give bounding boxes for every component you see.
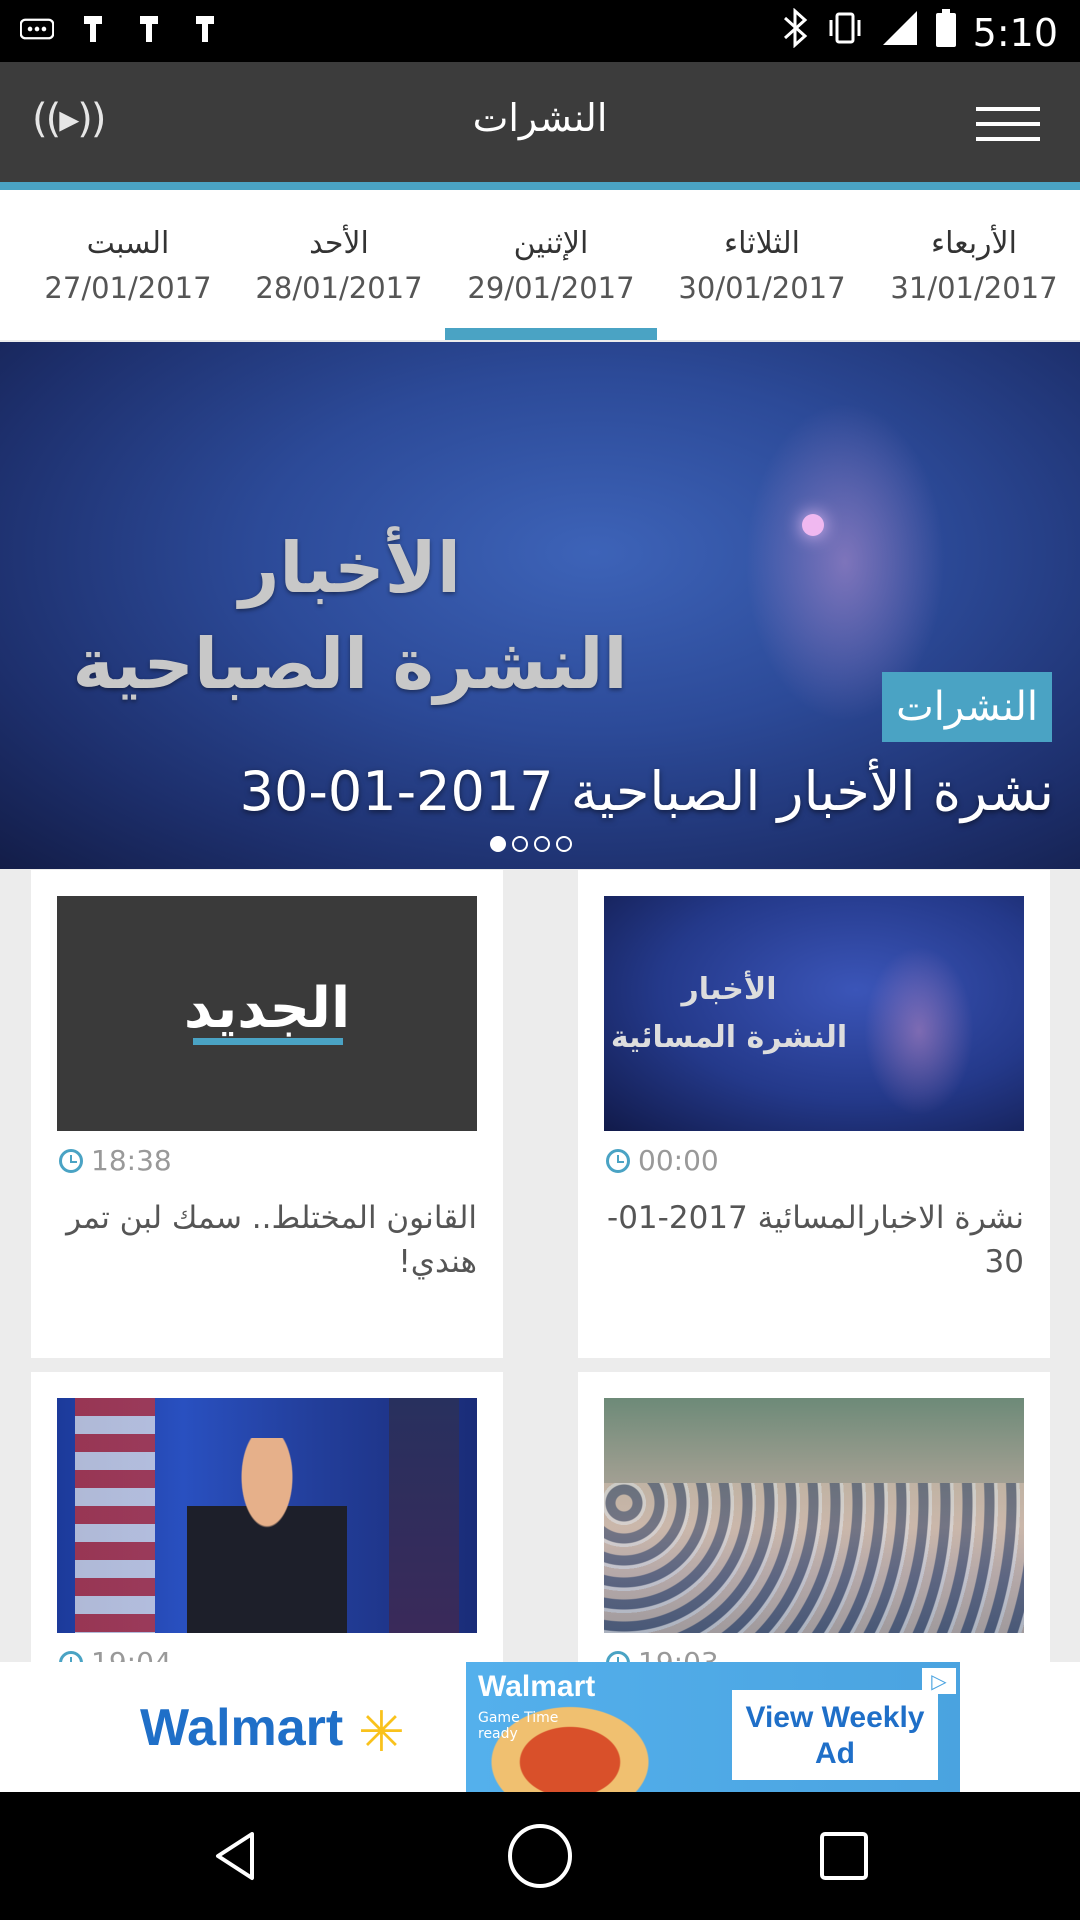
bluetooth-icon (781, 7, 809, 57)
news-card[interactable]: الأخبار النشرة المسائية 00:00 نشرة الاخب… (578, 870, 1050, 1358)
ad-banner[interactable]: Walmart ✳ Walmart Game Time ready View W… (0, 1662, 1080, 1792)
tab-day: الثلاثاء (723, 226, 801, 261)
pizza-image (470, 1692, 670, 1792)
more-notifications-icon (20, 12, 54, 46)
card-headline: القانون المختلط.. سمك لبن تمر هندي! (66, 1200, 477, 1280)
ad-mini-brand: Walmart (478, 1670, 596, 1703)
app-notification-icon (132, 12, 166, 46)
walmart-spark-icon: ✳ (358, 1700, 405, 1765)
al-jadeed-logo: الجديد (183, 976, 351, 1041)
featured-slider[interactable]: الأخبار النشرة الصباحية النشرات نشرة الأ… (0, 342, 1080, 869)
vibrate-icon (825, 8, 865, 57)
tab-date: 31/01/2017 (890, 271, 1058, 305)
view-weekly-ad-button[interactable]: View Weekly Ad (732, 1690, 938, 1780)
back-button[interactable] (200, 1820, 272, 1892)
card-time: 00:00 (606, 1144, 719, 1177)
tab-day: السبت (86, 226, 170, 261)
signal-icon (881, 9, 919, 56)
hero-caption: نشرة الأخبار الصباحية 2017-01-30 (239, 760, 1054, 823)
news-card[interactable]: 19:03 (578, 1372, 1050, 1679)
appbar-accent-divider (0, 182, 1080, 190)
page-title: النشرات (472, 96, 608, 140)
clock-icon (59, 1148, 83, 1173)
menu-icon (976, 107, 1040, 111)
status-bar: 5:10 (0, 0, 1080, 62)
tab-date: 28/01/2017 (255, 271, 423, 305)
category-badge: النشرات (882, 672, 1052, 742)
tab-sunday[interactable]: الأحد 28/01/2017 (233, 190, 445, 340)
tab-day: الأربعاء (930, 226, 1017, 261)
pager-dot[interactable] (512, 836, 528, 852)
thumb-text: الأخبار النشرة المسائية (610, 972, 848, 1055)
app-bar: ((▸)) النشرات (0, 62, 1080, 182)
date-tabs: الأربعاء 31/01/2017 الثلاثاء 30/01/2017 … (0, 190, 1080, 340)
tab-monday[interactable]: الإثنين 29/01/2017 (445, 190, 657, 340)
tab-date: 30/01/2017 (678, 271, 846, 305)
app-notification-icon (76, 12, 110, 46)
tab-date: 27/01/2017 (44, 271, 212, 305)
news-card[interactable]: 19:04 (31, 1372, 503, 1679)
tab-tuesday[interactable]: الثلاثاء 30/01/2017 (656, 190, 868, 340)
tab-date: 29/01/2017 (467, 271, 635, 305)
system-navigation-bar (0, 1792, 1080, 1920)
news-card[interactable]: الجديد 18:38 القانون المختلط.. سمك لبن ت… (31, 870, 503, 1358)
tab-saturday[interactable]: السبت 27/01/2017 (22, 190, 234, 340)
card-thumbnail (604, 1398, 1024, 1633)
pager-dot[interactable] (534, 836, 550, 852)
card-thumbnail: الأخبار النشرة المسائية (604, 896, 1024, 1131)
home-button[interactable] (504, 1820, 576, 1892)
ad-choices-icon[interactable]: ▷ (922, 1668, 956, 1694)
pager-dot[interactable] (490, 836, 506, 852)
hero-image-text: الأخبار النشرة الصباحية (72, 527, 628, 705)
ad-mini-subtitle: Game Time ready (478, 1710, 559, 1742)
app-notification-icon (188, 12, 222, 46)
stage-light (802, 514, 824, 536)
tab-day: الأحد (309, 226, 369, 261)
battery-icon (935, 8, 957, 57)
home-icon (508, 1824, 572, 1888)
back-icon (216, 1832, 254, 1880)
card-thumbnail: الجديد (57, 896, 477, 1131)
recents-icon (820, 1832, 868, 1880)
recents-button[interactable] (808, 1820, 880, 1892)
walmart-logo-text: Walmart (140, 1699, 344, 1757)
pager-dot[interactable] (556, 836, 572, 852)
clock-icon (606, 1148, 630, 1173)
hamburger-menu-button[interactable] (976, 107, 1040, 141)
tab-wednesday[interactable]: الأربعاء 31/01/2017 (868, 190, 1080, 340)
card-headline: نشرة الاخبارالمسائية 2017-01-30 (607, 1200, 1024, 1280)
tab-day: الإثنين (513, 226, 589, 261)
card-thumbnail (57, 1398, 477, 1633)
card-time: 18:38 (59, 1144, 172, 1177)
status-time: 5:10 (972, 10, 1058, 55)
slider-pager (490, 836, 572, 852)
